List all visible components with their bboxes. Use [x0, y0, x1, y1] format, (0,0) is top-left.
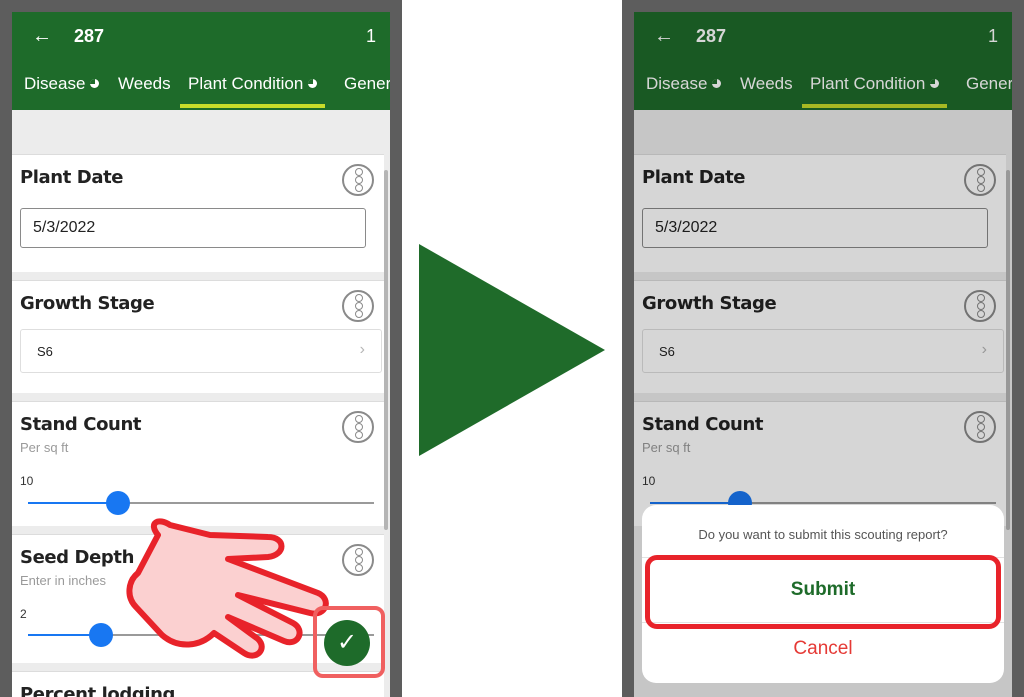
growth-stage-value: S6 [37, 344, 53, 359]
app-bar: ← 287 1 Disease Weeds Plant Condition Ge… [12, 12, 390, 110]
slider-thumb[interactable] [105, 491, 130, 515]
progress-pie-icon [90, 79, 100, 88]
percent-lodging-label: Percent lodging [20, 684, 176, 697]
seed-depth-value: 2 [20, 607, 27, 621]
more-options-icon[interactable] [342, 544, 374, 576]
arrow-left-icon[interactable]: ← [32, 26, 52, 46]
seed-depth-label: Seed Depth [20, 547, 134, 568]
stand-count-hint: Per sq ft [20, 440, 69, 455]
scrollbar[interactable] [384, 170, 388, 530]
tab-general[interactable]: Gener [344, 74, 390, 108]
play-arrow-icon [419, 244, 605, 456]
more-options-icon[interactable] [342, 164, 374, 196]
growth-stage-card: Growth Stage S6 › [12, 280, 384, 393]
slider-fill [28, 502, 118, 504]
stand-count-slider[interactable] [28, 491, 374, 515]
tab-bar: Disease Weeds Plant Condition Gener [12, 68, 390, 110]
report-count: 1 [365, 26, 376, 46]
chevron-right-icon: › [359, 341, 365, 358]
plant-date-label: Plant Date [20, 167, 124, 188]
hand-pointer-icon [126, 518, 329, 659]
more-options-icon[interactable] [342, 290, 374, 322]
stand-count-card: Stand Count Per sq ft 10 [12, 401, 384, 526]
stand-count-value: 10 [20, 474, 34, 488]
plant-date-input[interactable]: 5/3/2022 [20, 208, 366, 248]
stand-count-label: Stand Count [20, 414, 142, 435]
submit-highlight [645, 555, 1001, 629]
report-title: 287 [74, 26, 105, 46]
check-icon[interactable]: ✓ [324, 620, 370, 666]
more-options-icon[interactable] [342, 411, 374, 443]
left-phone-screenshot: ← 287 1 Disease Weeds Plant Condition Ge… [0, 0, 402, 697]
plant-date-card: Plant Date 5/3/2022 [12, 154, 384, 272]
tab-weeds[interactable]: Weeds [118, 74, 171, 108]
growth-stage-select[interactable]: S6 › [20, 329, 382, 373]
tab-disease[interactable]: Disease [24, 74, 100, 108]
cancel-button[interactable]: Cancel [642, 629, 1004, 669]
dialog-message: Do you want to submit this scouting repo… [698, 527, 948, 542]
slider-thumb[interactable] [88, 623, 113, 647]
seed-depth-hint: Enter in inches [20, 573, 106, 588]
tab-plant-condition[interactable]: Plant Condition [180, 74, 326, 108]
growth-stage-label: Growth Stage [20, 293, 155, 314]
progress-pie-icon [308, 79, 318, 88]
